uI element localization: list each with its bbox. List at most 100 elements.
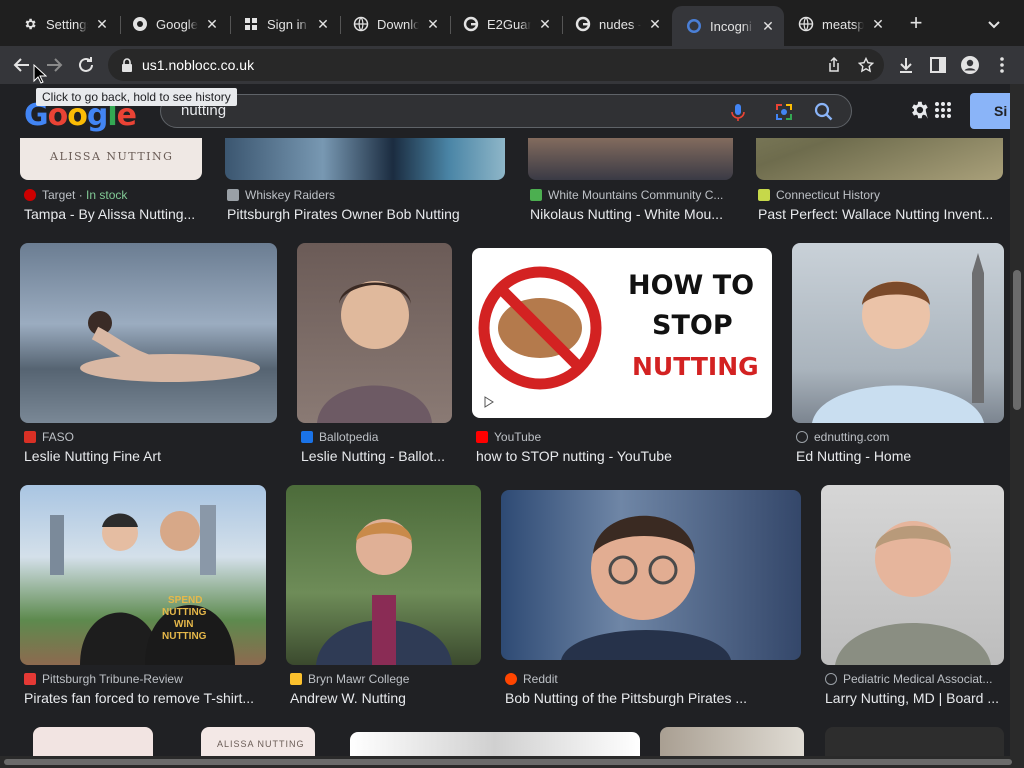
tab-search-button[interactable]	[982, 12, 1006, 36]
site-favicon-icon	[758, 189, 770, 201]
result-image[interactable]	[821, 485, 1004, 665]
bookmark-star-icon[interactable]	[858, 57, 874, 73]
tshirt-text-line: SPEND	[168, 595, 203, 606]
result-image[interactable]	[825, 727, 1004, 756]
close-icon[interactable]: ✕	[870, 16, 886, 32]
tab-meatspace[interactable]: meatsp ✕	[784, 6, 894, 42]
painting-figure	[80, 311, 260, 382]
side-panel-button[interactable]	[924, 51, 952, 79]
book-cover-text: ALISSA NUTTING	[217, 739, 305, 749]
tab-settings[interactable]: Settings ✕	[8, 6, 118, 42]
result-caption[interactable]: Larry Nutting, MD | Board ...	[825, 690, 1005, 706]
tab-sign-in[interactable]: Sign in ✕	[229, 6, 339, 42]
result-image[interactable]	[792, 243, 1004, 423]
result-source[interactable]: FASO	[24, 430, 74, 444]
result-source[interactable]: Ballotpedia	[301, 430, 378, 444]
result-caption[interactable]: how to STOP nutting - YouTube	[476, 448, 772, 464]
address-bar[interactable]: us1.noblocc.co.uk	[108, 49, 884, 81]
close-icon[interactable]: ✕	[760, 18, 776, 34]
reddit-icon	[505, 673, 517, 685]
prohibited-icon	[478, 266, 602, 390]
result-caption[interactable]: Past Perfect: Wallace Nutting Invent...	[758, 206, 1003, 222]
result-caption[interactable]: Ed Nutting - Home	[796, 448, 1004, 464]
result-source[interactable]: Target · In stock	[24, 188, 127, 202]
result-source[interactable]: Pediatric Medical Associat...	[825, 672, 1005, 686]
result-source[interactable]: ednutting.com	[796, 430, 889, 444]
reload-button[interactable]	[72, 51, 100, 79]
search-box[interactable]: nutting	[160, 94, 852, 128]
result-caption[interactable]: Leslie Nutting - Ballot...	[301, 448, 453, 464]
tab-title: Google	[156, 16, 198, 32]
result-image[interactable]	[501, 490, 801, 660]
vertical-scrollbar[interactable]	[1010, 84, 1024, 768]
close-icon[interactable]: ✕	[537, 16, 553, 32]
result-image[interactable]	[286, 485, 481, 665]
result-image[interactable]	[660, 727, 804, 756]
result-caption[interactable]: Leslie Nutting Fine Art	[24, 448, 277, 464]
scrollbar-thumb[interactable]	[1013, 270, 1021, 410]
result-source[interactable]: White Mountains Community C...	[530, 188, 740, 202]
result-source[interactable]: Whiskey Raiders	[227, 188, 335, 202]
result-caption[interactable]: Bob Nutting of the Pittsburgh Pirates ..…	[505, 690, 801, 706]
tab-search[interactable]: nudes - ✕	[561, 6, 671, 42]
lock-icon	[122, 58, 132, 72]
tab-google[interactable]: Google ✕	[118, 6, 228, 42]
close-icon[interactable]: ✕	[94, 16, 110, 32]
microphone-icon[interactable]	[727, 101, 749, 123]
scrollbar-thumb[interactable]	[4, 759, 1012, 765]
grid-icon	[243, 16, 259, 32]
result-image[interactable]	[33, 727, 153, 756]
tshirt-text-line: NUTTING	[162, 607, 207, 618]
close-icon[interactable]: ✕	[425, 16, 441, 32]
apps-grid-icon[interactable]	[934, 101, 952, 119]
site-favicon-icon	[227, 189, 239, 201]
site-favicon-icon	[301, 431, 313, 443]
youtube-icon	[476, 431, 488, 443]
result-image[interactable]: HOW TO STOP NUTTING	[472, 248, 772, 418]
result-caption[interactable]: Tampa - By Alissa Nutting...	[24, 206, 204, 222]
horizontal-scrollbar[interactable]	[0, 756, 1012, 768]
share-icon[interactable]	[826, 57, 842, 73]
tab-title: meatsp	[822, 16, 864, 32]
profile-button[interactable]	[956, 51, 984, 79]
result-image[interactable]	[297, 243, 452, 423]
result-image[interactable]	[350, 732, 640, 756]
photo-two-people	[50, 505, 235, 665]
google-icon	[575, 16, 591, 32]
result-image[interactable]: SPEND NUTTING WIN NUTTING	[20, 485, 266, 665]
close-icon[interactable]: ✕	[647, 16, 663, 32]
incognito-icon	[686, 18, 702, 34]
settings-gear-icon[interactable]	[908, 99, 930, 121]
tshirt-text-line: NUTTING	[162, 631, 207, 642]
close-icon[interactable]: ✕	[204, 16, 220, 32]
browser-toolbar: us1.noblocc.co.uk	[0, 46, 1024, 84]
result-caption[interactable]: Pittsburgh Pirates Owner Bob Nutting	[227, 206, 507, 222]
downloads-button[interactable]	[892, 51, 920, 79]
tab-download[interactable]: Downlo ✕	[339, 6, 449, 42]
portrait-person	[812, 253, 984, 423]
result-image[interactable]: ALISSA NUTTING	[201, 727, 315, 756]
result-source[interactable]: Pittsburgh Tribune-Review	[24, 672, 183, 686]
sign-in-button[interactable]: Si	[970, 93, 1010, 129]
result-caption[interactable]: Nikolaus Nutting - White Mou...	[530, 206, 730, 222]
chrome-icon	[132, 16, 148, 32]
close-icon[interactable]: ✕	[315, 16, 331, 32]
new-tab-button[interactable]: +	[904, 12, 928, 36]
result-source[interactable]: Connecticut History	[758, 188, 880, 202]
page-content: ALISSA NUTTING Target · In stock Tampa -…	[0, 84, 1010, 756]
result-source[interactable]: Bryn Mawr College	[290, 672, 409, 686]
result-source[interactable]: Reddit	[505, 672, 558, 686]
thumbnail-text-line: HOW TO	[628, 270, 755, 301]
tab-title: Incogni	[710, 18, 752, 34]
result-image[interactable]	[20, 243, 277, 423]
result-caption[interactable]: Pirates fan forced to remove T-shirt...	[24, 690, 266, 706]
search-icon[interactable]	[813, 101, 835, 123]
tab-incognito[interactable]: Incogni ✕	[672, 6, 784, 46]
tab-e2guardian[interactable]: E2Guar ✕	[449, 6, 561, 42]
menu-button[interactable]	[988, 51, 1016, 79]
result-caption[interactable]: Andrew W. Nutting	[290, 690, 482, 706]
lens-camera-icon[interactable]	[773, 101, 795, 123]
back-button[interactable]	[8, 51, 36, 79]
reload-icon	[79, 57, 93, 72]
result-source[interactable]: YouTube	[476, 430, 541, 444]
